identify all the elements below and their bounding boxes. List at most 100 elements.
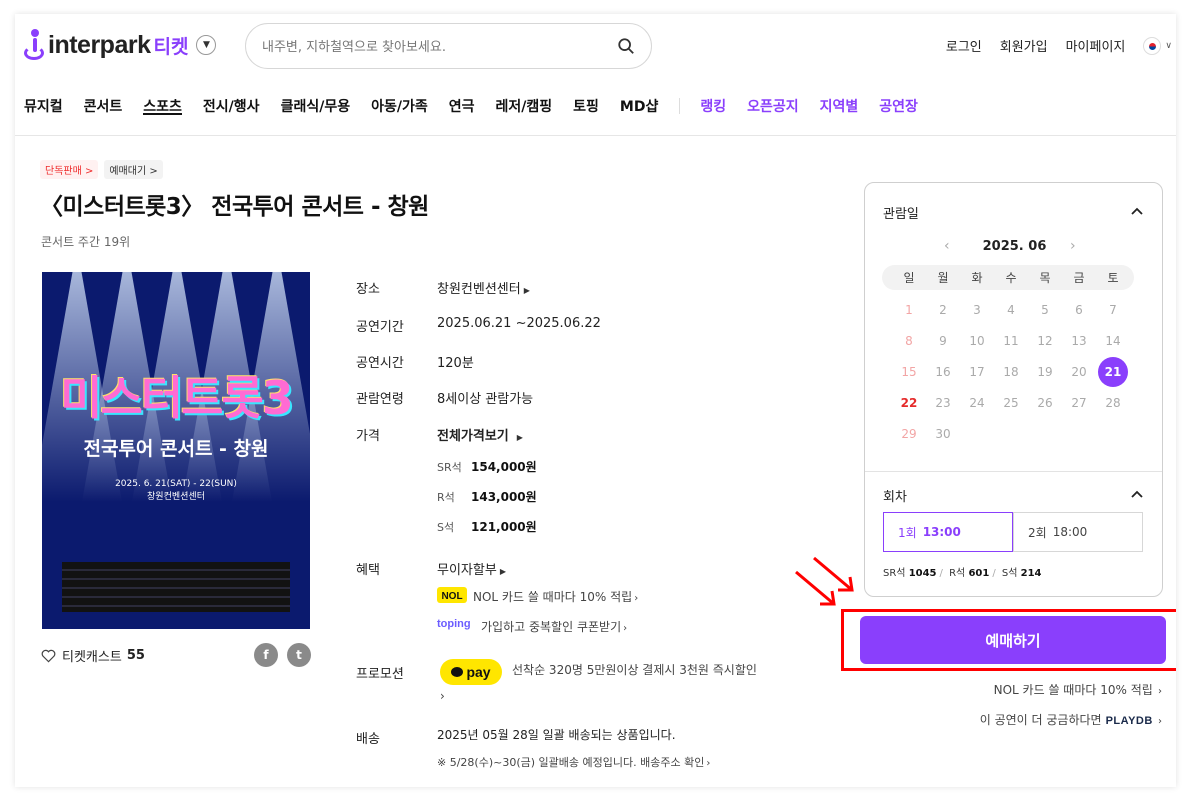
interpark-logo[interactable]: interpark 티켓 ▼ — [23, 28, 217, 62]
login-link[interactable]: 로그인 — [946, 36, 982, 55]
collapse-chevron-up-icon[interactable] — [1130, 487, 1144, 501]
remaining-seats: SR석 1045/ R석 601/ S석 214 — [883, 568, 1042, 579]
calendar-day[interactable]: 24 — [962, 388, 992, 418]
age-value: 8세이상 관람가능 — [437, 392, 534, 407]
promotion-label: 프로모션 — [356, 667, 404, 682]
runtime-label: 공연시간 — [356, 356, 404, 371]
calendar-day[interactable]: 3 — [962, 295, 992, 325]
calendar-day[interactable]: 16 — [928, 357, 958, 387]
nav-region[interactable]: 지역별 — [820, 96, 859, 125]
calendar-day[interactable]: 17 — [962, 357, 992, 387]
nol-benefit-link[interactable]: NOL 카드 쓸 때마다 10% 적립 › — [994, 681, 1162, 698]
calendar-day[interactable]: 13 — [1064, 326, 1094, 356]
facebook-icon[interactable]: f — [254, 643, 278, 667]
calendar-day[interactable]: 7 — [1098, 295, 1128, 325]
session-1-button[interactable]: 1회 13:00 — [883, 512, 1013, 552]
red-arrows-annotation — [795, 556, 854, 606]
signup-link[interactable]: 회원가입 — [1000, 36, 1048, 55]
venue-link[interactable]: 창원컨벤션센터 ▶ — [437, 278, 530, 297]
calendar-day[interactable]: 8 — [894, 326, 924, 356]
heart-icon[interactable] — [41, 649, 56, 663]
calendar-day[interactable]: 14 — [1098, 326, 1128, 356]
weekly-rank: 콘서트 주간 19위 — [41, 235, 131, 249]
category-nav: 뮤지컬 콘서트 스포츠 전시/행사 클래식/무용 아동/가족 연극 레저/캠핑 … — [15, 96, 1176, 136]
calendar-day[interactable]: 26 — [1030, 388, 1060, 418]
calendar-day[interactable]: 25 — [996, 388, 1026, 418]
calendar-day[interactable]: 29 — [894, 419, 924, 449]
promotion-more-chevron-icon[interactable]: › — [440, 689, 445, 703]
toping-logo: toping — [437, 618, 471, 630]
calendar-day[interactable]: 5 — [1030, 295, 1060, 325]
nav-concert[interactable]: 콘서트 — [84, 96, 123, 125]
next-month-chevron-icon[interactable]: › — [1070, 238, 1076, 254]
playdb-link[interactable]: 이 공연이 더 궁금하다면 PLAYDB › — [980, 711, 1162, 728]
poster-title: 미스터트롯3 — [60, 371, 294, 425]
book-button[interactable]: 예매하기 — [860, 616, 1166, 664]
nav-family[interactable]: 아동/가족 — [371, 96, 428, 125]
nav-classic[interactable]: 클래식/무용 — [281, 96, 351, 125]
nav-md-shop[interactable]: MD샵 — [620, 96, 658, 125]
session-2-button[interactable]: 2회 18:00 — [1013, 512, 1143, 552]
calendar-day[interactable]: 23 — [928, 388, 958, 418]
venue-label: 장소 — [356, 282, 380, 297]
waitlist-badge[interactable]: 예매대기 > — [104, 160, 163, 179]
weekday: 일 — [903, 271, 915, 285]
logo-text: interpark — [48, 30, 151, 59]
calendar-day[interactable]: 6 — [1064, 295, 1094, 325]
calendar-day[interactable]: 10 — [962, 326, 992, 356]
collapse-chevron-up-icon[interactable] — [1130, 204, 1144, 218]
nav-musical[interactable]: 뮤지컬 — [24, 96, 63, 125]
price-grade: SR석 — [437, 461, 462, 474]
view-date-heading: 관람일 — [883, 207, 919, 222]
calendar-day[interactable]: 9 — [928, 326, 958, 356]
calendar-day[interactable]: 20 — [1064, 357, 1094, 387]
delivery-label: 배송 — [356, 732, 380, 747]
calendar-day[interactable]: 4 — [996, 295, 1026, 325]
calendar-day[interactable]: 30 — [928, 419, 958, 449]
calendar-day[interactable]: 12 — [1030, 326, 1060, 356]
kakao-bubble-icon — [451, 667, 464, 677]
mypage-link[interactable]: 마이페이지 — [1066, 36, 1126, 55]
weekday: 월 — [937, 271, 949, 285]
price-grade: R석 — [437, 491, 455, 504]
view-all-prices-link[interactable]: 전체가격보기 ▶ — [437, 425, 523, 444]
nav-toping[interactable]: 토핑 — [573, 96, 599, 125]
nav-exhibition[interactable]: 전시/행사 — [203, 96, 260, 125]
calendar-day[interactable]: 19 — [1030, 357, 1060, 387]
price-amount: 143,000원 — [471, 490, 537, 504]
interpark-logo-icon — [23, 28, 45, 62]
calendar-day[interactable]: 18 — [996, 357, 1026, 387]
twitter-icon[interactable]: t — [287, 643, 311, 667]
nav-play[interactable]: 연극 — [449, 96, 475, 125]
exclusive-badge[interactable]: 단독판매 > — [40, 160, 99, 179]
nav-venue[interactable]: 공연장 — [879, 96, 918, 125]
calendar-day[interactable]: 2 — [928, 295, 958, 325]
search-input[interactable] — [262, 36, 602, 58]
weekday: 목 — [1039, 271, 1051, 285]
nav-ranking[interactable]: 랭킹 — [700, 96, 726, 125]
nol-benefit-link[interactable]: NOL 카드 쓸 때마다 10% 적립 › — [473, 588, 638, 605]
nav-sports[interactable]: 스포츠 — [143, 96, 182, 125]
calendar-day[interactable]: 21 — [1098, 357, 1128, 387]
period-label: 공연기간 — [356, 320, 404, 335]
calendar-month: 2025. 06 — [982, 239, 1047, 254]
calendar-day[interactable]: 11 — [996, 326, 1026, 356]
top-links: 로그인 회원가입 마이페이지 ∨ — [928, 36, 1172, 55]
calendar-day[interactable]: 15 — [894, 357, 924, 387]
nav-leisure[interactable]: 레저/캠핑 — [495, 96, 552, 125]
service-menu-chevron-down-icon[interactable]: ▼ — [196, 35, 217, 55]
language-chevron-down-icon[interactable]: ∨ — [1165, 41, 1172, 51]
calendar-day[interactable]: 22 — [894, 388, 924, 418]
installment-link[interactable]: 무이자할부 ▶ — [437, 559, 506, 578]
korea-flag-icon[interactable] — [1143, 36, 1162, 55]
search-icon[interactable] — [617, 37, 635, 55]
calendar-day[interactable]: 28 — [1098, 388, 1128, 418]
price-amount: 154,000원 — [471, 460, 537, 474]
ticketcast-count: 55 — [126, 648, 145, 663]
delivery-address-link[interactable]: ※ 5/28(수)~30(금) 일괄배송 예정입니다. 배송주소 확인 › — [437, 754, 710, 770]
ticketcast[interactable]: 티켓캐스트 55 — [41, 646, 145, 665]
nav-open-notice[interactable]: 오픈공지 — [747, 96, 799, 125]
toping-coupon-link[interactable]: 가입하고 중복할인 쿠폰받기 › — [481, 618, 627, 635]
calendar-day[interactable]: 1 — [894, 295, 924, 325]
calendar-day[interactable]: 27 — [1064, 388, 1094, 418]
